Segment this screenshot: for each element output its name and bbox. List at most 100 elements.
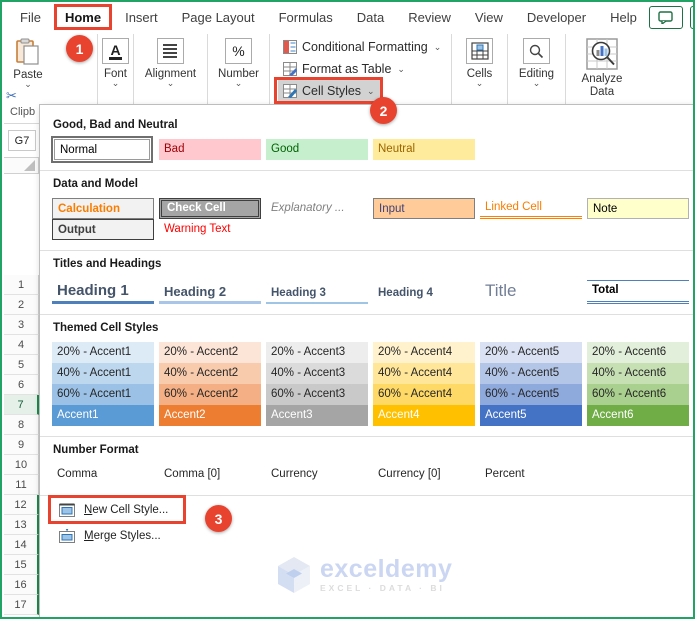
style-tile-title[interactable]: Title — [480, 278, 582, 304]
style-tile-linked-cell[interactable]: Linked Cell — [480, 199, 582, 219]
editing-button[interactable]: Editing ⌄ — [519, 36, 554, 88]
font-button[interactable]: A Font ⌄ — [102, 36, 129, 88]
tab-view[interactable]: View — [463, 7, 515, 28]
style-tile-heading-2[interactable]: Heading 2 — [159, 282, 261, 304]
tab-help[interactable]: Help — [598, 7, 649, 28]
style-tile-note[interactable]: Note — [587, 198, 689, 219]
select-all-corner[interactable] — [4, 158, 39, 174]
cells-chevron-icon: ⌄ — [475, 78, 484, 88]
style-tile-40-accent1[interactable]: 40% - Accent1 — [52, 363, 154, 384]
style-tile-40-accent5[interactable]: 40% - Accent5 — [480, 363, 582, 384]
cut-icon[interactable]: ✂ — [6, 89, 17, 102]
row-header-6[interactable]: 6 — [4, 375, 39, 395]
style-tile-explanatory[interactable]: Explanatory ... — [266, 198, 368, 219]
style-tile-20-accent1[interactable]: 20% - Accent1 — [52, 342, 154, 363]
row-header-2[interactable]: 2 — [4, 295, 39, 315]
style-tile-60-accent6[interactable]: 60% - Accent6 — [587, 384, 689, 405]
tab-file[interactable]: File — [8, 7, 53, 28]
row-header-16[interactable]: 16 — [4, 575, 39, 595]
style-tile-output[interactable]: Output — [52, 219, 154, 240]
tab-developer[interactable]: Developer — [515, 7, 598, 28]
style-tile-accent5[interactable]: Accent5 — [480, 405, 582, 426]
style-tile-accent3[interactable]: Accent3 — [266, 405, 368, 426]
cells-group: Cells ⌄ — [452, 34, 508, 104]
row-header-15[interactable]: 15 — [4, 555, 39, 575]
style-tile-warning-text[interactable]: Warning Text — [159, 219, 261, 240]
style-tile-currency[interactable]: Currency — [266, 464, 368, 485]
tab-insert[interactable]: Insert — [113, 7, 170, 28]
tab-review[interactable]: Review — [396, 7, 463, 28]
style-tile-40-accent2[interactable]: 40% - Accent2 — [159, 363, 261, 384]
name-box[interactable]: G7 — [8, 130, 36, 151]
name-box-row: G7 — [4, 124, 39, 158]
style-tile-accent2[interactable]: Accent2 — [159, 405, 261, 426]
menu-item-merge-styles[interactable]: Merge Styles... — [50, 524, 175, 548]
style-tile-60-accent5[interactable]: 60% - Accent5 — [480, 384, 582, 405]
analyze-data-label: Analyze Data — [581, 73, 623, 98]
style-tile-40-accent3[interactable]: 40% - Accent3 — [266, 363, 368, 384]
tab-formulas[interactable]: Formulas — [267, 7, 345, 28]
row-header-7[interactable]: 7 — [4, 395, 39, 415]
style-tile-heading-3[interactable]: Heading 3 — [266, 284, 368, 304]
tab-data[interactable]: Data — [345, 7, 396, 28]
row-header-12[interactable]: 12 — [4, 495, 39, 515]
style-tile-heading-1[interactable]: Heading 1 — [52, 280, 154, 304]
row-header-11[interactable]: 11 — [4, 475, 39, 495]
style-tile-check-cell[interactable]: Check Cell — [159, 198, 261, 219]
style-tile-20-accent2[interactable]: 20% - Accent2 — [159, 342, 261, 363]
row-header-14[interactable]: 14 — [4, 535, 39, 555]
paste-button[interactable]: Paste ⌄ — [6, 38, 50, 89]
row-header-13[interactable]: 13 — [4, 515, 39, 535]
step-3-badge: 3 — [205, 505, 232, 532]
row-header-9[interactable]: 9 — [4, 435, 39, 455]
tab-page-layout[interactable]: Page Layout — [170, 7, 267, 28]
style-tile-60-accent3[interactable]: 60% - Accent3 — [266, 384, 368, 405]
style-tile-bad[interactable]: Bad — [159, 139, 261, 160]
style-tile-comma[interactable]: Comma — [52, 464, 154, 485]
style-tile-neutral[interactable]: Neutral — [373, 139, 475, 160]
cell-styles-button[interactable]: Cell Styles ⌄ 2 — [274, 77, 397, 124]
row-header-1[interactable]: 1 — [4, 275, 39, 295]
style-tile-accent4[interactable]: Accent4 — [373, 405, 475, 426]
style-tile-heading-4[interactable]: Heading 4 — [373, 283, 475, 304]
style-tile-60-accent1[interactable]: 60% - Accent1 — [52, 384, 154, 405]
style-row: Normal Bad Good Neutral — [51, 136, 684, 163]
row-header-4[interactable]: 4 — [4, 335, 39, 355]
tab-home[interactable]: Home — [53, 3, 113, 30]
conditional-formatting-button[interactable]: Conditional Formatting ⌄ — [278, 36, 446, 57]
style-tile-total[interactable]: Total — [587, 280, 689, 304]
comments-button[interactable] — [648, 5, 683, 29]
style-tile-input[interactable]: Input — [373, 198, 475, 219]
cells-button[interactable]: Cells ⌄ — [466, 36, 493, 88]
style-tile-20-accent5[interactable]: 20% - Accent5 — [480, 342, 582, 363]
style-tile-60-accent4[interactable]: 60% - Accent4 — [373, 384, 475, 405]
menu-item-new-cell-style[interactable]: New Cell Style... 3 — [47, 495, 232, 532]
style-tile-20-accent4[interactable]: 20% - Accent4 — [373, 342, 475, 363]
style-tile-comma-0[interactable]: Comma [0] — [159, 464, 261, 485]
format-as-table-button[interactable]: Format as Table ⌄ — [278, 58, 410, 79]
style-tile-60-accent2[interactable]: 60% - Accent2 — [159, 384, 261, 405]
number-button[interactable]: % Number ⌄ — [218, 36, 259, 88]
row-header-17[interactable]: 17 — [4, 595, 39, 615]
style-tile-40-accent4[interactable]: 40% - Accent4 — [373, 363, 475, 384]
share-button[interactable]: ⌄ — [689, 5, 693, 29]
style-tile-currency-0[interactable]: Currency [0] — [373, 464, 475, 485]
style-tile-good[interactable]: Good — [266, 139, 368, 160]
style-tile-40-accent6[interactable]: 40% - Accent6 — [587, 363, 689, 384]
row-header-3[interactable]: 3 — [4, 315, 39, 335]
style-tile-calculation[interactable]: Calculation — [52, 198, 154, 219]
excel-window: File Home Insert Page Layout Formulas Data Rev… — [0, 0, 695, 619]
row-header-10[interactable]: 10 — [4, 455, 39, 475]
style-tile-20-accent6[interactable]: 20% - Accent6 — [587, 342, 689, 363]
analyze-data-button[interactable]: Analyze Data — [581, 36, 623, 99]
alignment-button[interactable]: Alignment ⌄ — [145, 36, 196, 88]
row-header-5[interactable]: 5 — [4, 355, 39, 375]
style-tile-percent[interactable]: Percent — [480, 464, 582, 485]
merge-styles-icon — [59, 529, 75, 543]
row-header-8[interactable]: 8 — [4, 415, 39, 435]
section-title-data-and-model: Data and Model — [53, 178, 138, 190]
style-tile-accent1[interactable]: Accent1 — [52, 405, 154, 426]
style-tile-accent6[interactable]: Accent6 — [587, 405, 689, 426]
style-tile-20-accent3[interactable]: 20% - Accent3 — [266, 342, 368, 363]
style-tile-normal[interactable]: Normal — [51, 136, 153, 163]
